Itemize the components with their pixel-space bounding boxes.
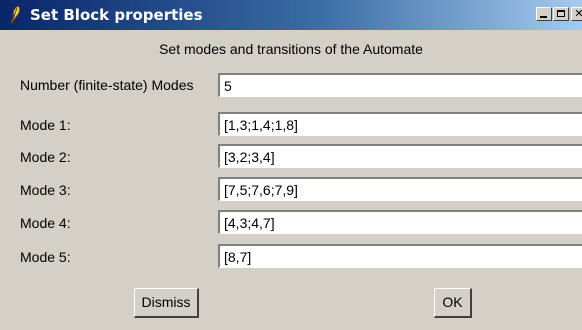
mode-3-label: Mode 3: <box>20 182 71 198</box>
modes-count-input[interactable]: 5 <box>218 73 582 97</box>
mode-1-input[interactable]: [1,3;1,4;1,8] <box>218 112 582 136</box>
dialog-window: Set Block properties ✕ Set modes and tra… <box>0 0 582 330</box>
mode-1-label: Mode 1: <box>20 117 71 133</box>
close-icon: ✕ <box>574 7 582 20</box>
title-bar[interactable]: Set Block properties ✕ <box>0 0 582 30</box>
maximize-icon <box>557 10 565 17</box>
mode-5-label: Mode 5: <box>20 249 71 265</box>
minimize-icon <box>540 16 547 18</box>
maximize-button[interactable] <box>553 7 569 21</box>
dismiss-button[interactable]: Dismiss <box>134 288 199 318</box>
mode-2-label: Mode 2: <box>20 149 71 165</box>
mode-3-input[interactable]: [7,5;7,6;7,9] <box>218 177 582 201</box>
modes-count-label: Number (finite-state) Modes <box>20 77 194 93</box>
mode-4-label: Mode 4: <box>20 215 71 231</box>
dialog-subtitle: Set modes and transitions of the Automat… <box>159 41 423 57</box>
mode-2-input[interactable]: [3,2;3,4] <box>218 144 582 168</box>
window-title: Set Block properties <box>30 6 203 24</box>
close-button[interactable]: ✕ <box>571 7 582 21</box>
mode-5-input[interactable]: [8,7] <box>218 244 582 268</box>
feather-icon <box>6 5 24 25</box>
ok-button[interactable]: OK <box>434 288 472 318</box>
minimize-button[interactable] <box>536 7 552 21</box>
mode-4-input[interactable]: [4,3;4,7] <box>218 210 582 234</box>
